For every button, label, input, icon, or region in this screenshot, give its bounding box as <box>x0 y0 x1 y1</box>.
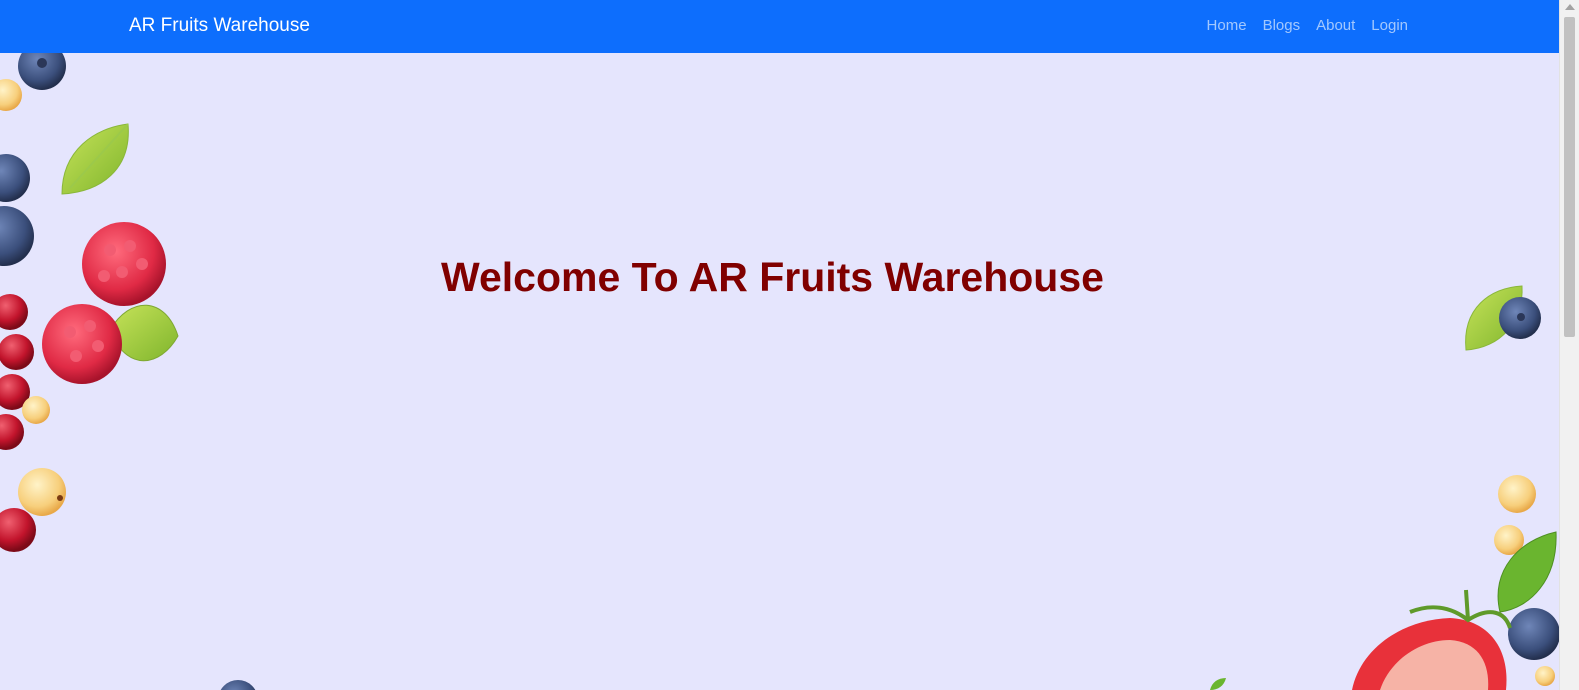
strawberry-icon <box>1352 589 1512 690</box>
blueberry-icon <box>0 154 34 266</box>
vertical-scrollbar[interactable] <box>1559 0 1579 690</box>
nav-link-about[interactable]: About <box>1308 16 1363 36</box>
nav-link-blogs[interactable]: Blogs <box>1255 16 1309 36</box>
nav-links: Home Blogs About Login <box>1199 16 1408 36</box>
fruit-decoration <box>0 42 1559 690</box>
white-currant-icon <box>18 396 66 516</box>
scroll-up-arrow-icon[interactable] <box>1565 4 1575 10</box>
blueberry-icon <box>1508 608 1559 660</box>
navbar: AR Fruits Warehouse Home Blogs About Log… <box>0 0 1559 53</box>
nav-link-home[interactable]: Home <box>1199 16 1255 36</box>
mint-leaf-icon <box>1210 531 1557 690</box>
white-currant-icon <box>0 79 22 111</box>
white-currant-icon <box>1494 475 1555 686</box>
raspberry-icon <box>42 304 122 384</box>
hero-title: Welcome To AR Fruits Warehouse <box>441 254 1104 300</box>
brand-link[interactable]: AR Fruits Warehouse <box>129 14 310 38</box>
blueberry-icon <box>1499 297 1541 339</box>
mint-leaf-icon <box>61 123 129 195</box>
blueberry-icon <box>220 680 256 690</box>
red-currant-icon <box>0 294 36 552</box>
scrollbar-thumb[interactable] <box>1564 17 1575 337</box>
mint-leaf-icon <box>109 304 179 362</box>
nav-link-login[interactable]: Login <box>1363 16 1408 36</box>
